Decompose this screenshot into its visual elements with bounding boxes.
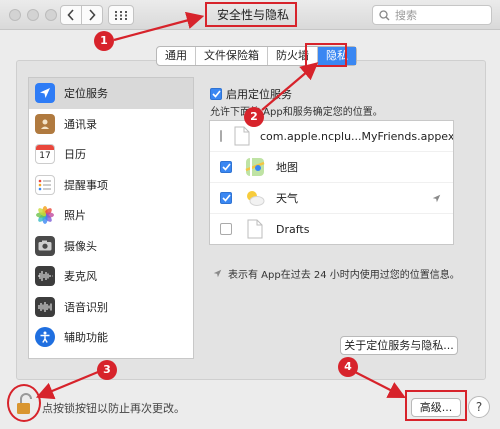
search-placeholder: 搜索 xyxy=(395,9,417,22)
sidebar-item-label: 定位服务 xyxy=(64,87,108,101)
annotation-box-privacy-tab xyxy=(305,43,347,67)
sidebar-item-label: 麦克风 xyxy=(64,270,97,284)
checkmark-icon xyxy=(221,194,231,202)
enable-location-services[interactable]: 启用定位服务 xyxy=(210,86,292,102)
tab-filevault[interactable]: 文件保险箱 xyxy=(196,47,268,65)
minimize-window-button[interactable] xyxy=(27,9,39,21)
checkmark-icon xyxy=(211,90,221,98)
lock-instruction: 点按锁按钮以防止再次更改。 xyxy=(42,402,185,415)
location-arrow-icon xyxy=(213,269,222,278)
sidebar-item-label: 通讯录 xyxy=(64,117,97,131)
list-item: Drafts xyxy=(210,214,453,244)
document-icon xyxy=(244,218,266,240)
close-window-button[interactable] xyxy=(9,9,21,21)
photos-icon xyxy=(35,205,55,226)
show-all-button[interactable] xyxy=(108,5,134,25)
chevron-right-icon xyxy=(89,9,96,21)
recent-use-note: 表示有 App在过去 24 小时内使用过您的位置信息。 xyxy=(213,266,460,281)
chevron-left-icon xyxy=(67,9,74,21)
sidebar-item-label: 摄像头 xyxy=(64,239,97,253)
annotation-circle-lock xyxy=(7,384,41,422)
grid-icon xyxy=(115,10,127,20)
sidebar-item-microphone[interactable]: 麦克风 xyxy=(29,261,193,292)
app-name: 天气 xyxy=(276,192,298,205)
maps-icon xyxy=(244,156,266,178)
sidebar-item-location-services[interactable]: 定位服务 xyxy=(29,78,193,109)
location-arrow-icon xyxy=(35,83,55,104)
accessibility-icon xyxy=(35,327,55,348)
app-location-list: com.apple.ncplu...MyFriends.appex 地图 天气 … xyxy=(209,120,454,245)
annotation-box-title xyxy=(205,2,297,27)
sidebar-item-label: 辅助功能 xyxy=(64,331,108,345)
privacy-category-list: 定位服务 通讯录 17 日历 提醒事项 照片 摄像头 麦克风 语音识别 辅助功能 xyxy=(28,77,194,359)
list-item: 天气 xyxy=(210,183,453,214)
tab-general[interactable]: 通用 xyxy=(157,47,196,65)
calendar-icon: 17 xyxy=(35,144,55,165)
app-name: Drafts xyxy=(276,222,310,236)
list-item: com.apple.ncplu...MyFriends.appex xyxy=(210,121,453,152)
sidebar-item-accessibility[interactable]: 辅助功能 xyxy=(29,322,193,353)
calendar-day: 17 xyxy=(39,151,51,162)
sidebar-item-label: 语音识别 xyxy=(64,300,108,314)
enable-location-checkbox[interactable] xyxy=(210,88,222,100)
app-checkbox[interactable] xyxy=(220,161,232,173)
list-item: 地图 xyxy=(210,152,453,183)
microphone-icon xyxy=(35,266,55,287)
annotation-badge-1: 1 xyxy=(94,31,114,51)
help-button[interactable]: ? xyxy=(468,396,490,418)
app-checkbox[interactable] xyxy=(220,130,222,142)
sidebar-item-label: 提醒事项 xyxy=(64,178,108,192)
sidebar-item-reminders[interactable]: 提醒事项 xyxy=(29,170,193,201)
app-checkbox[interactable] xyxy=(220,223,232,235)
location-description: 允许下面的 App和服务确定您的位置。 xyxy=(210,107,383,118)
sidebar-item-calendar[interactable]: 17 日历 xyxy=(29,139,193,170)
recent-location-arrow-icon xyxy=(432,193,441,206)
document-icon xyxy=(234,125,250,147)
weather-icon xyxy=(244,187,266,209)
annotation-box-advanced xyxy=(405,390,467,421)
app-checkbox[interactable] xyxy=(220,192,232,204)
sidebar-item-contacts[interactable]: 通讯录 xyxy=(29,109,193,140)
sidebar-item-label: 日历 xyxy=(64,148,86,162)
zoom-window-button[interactable] xyxy=(45,9,57,21)
search-field[interactable]: 搜索 xyxy=(372,5,492,25)
sidebar-item-camera[interactable]: 摄像头 xyxy=(29,231,193,262)
annotation-badge-3: 3 xyxy=(97,360,117,380)
annotation-badge-4: 4 xyxy=(338,357,358,377)
app-name: com.apple.ncplu...MyFriends.appex xyxy=(260,129,454,143)
recent-use-note-text: 表示有 App在过去 24 小时内使用过您的位置信息。 xyxy=(228,270,460,281)
contacts-icon xyxy=(35,113,55,134)
about-location-privacy-button[interactable]: 关于定位服务与隐私... xyxy=(340,336,458,355)
speech-recognition-icon xyxy=(35,296,55,317)
back-button[interactable] xyxy=(60,5,82,25)
sidebar-item-photos[interactable]: 照片 xyxy=(29,200,193,231)
app-name: 地图 xyxy=(276,161,298,174)
camera-icon xyxy=(35,235,55,256)
reminders-icon xyxy=(35,174,55,195)
search-icon xyxy=(379,9,390,20)
checkmark-icon xyxy=(221,163,231,171)
forward-button[interactable] xyxy=(81,5,103,25)
sidebar-item-label: 照片 xyxy=(64,209,86,223)
enable-location-label: 启用定位服务 xyxy=(226,88,292,101)
annotation-badge-2: 2 xyxy=(244,107,264,127)
sidebar-item-speech-recognition[interactable]: 语音识别 xyxy=(29,292,193,323)
